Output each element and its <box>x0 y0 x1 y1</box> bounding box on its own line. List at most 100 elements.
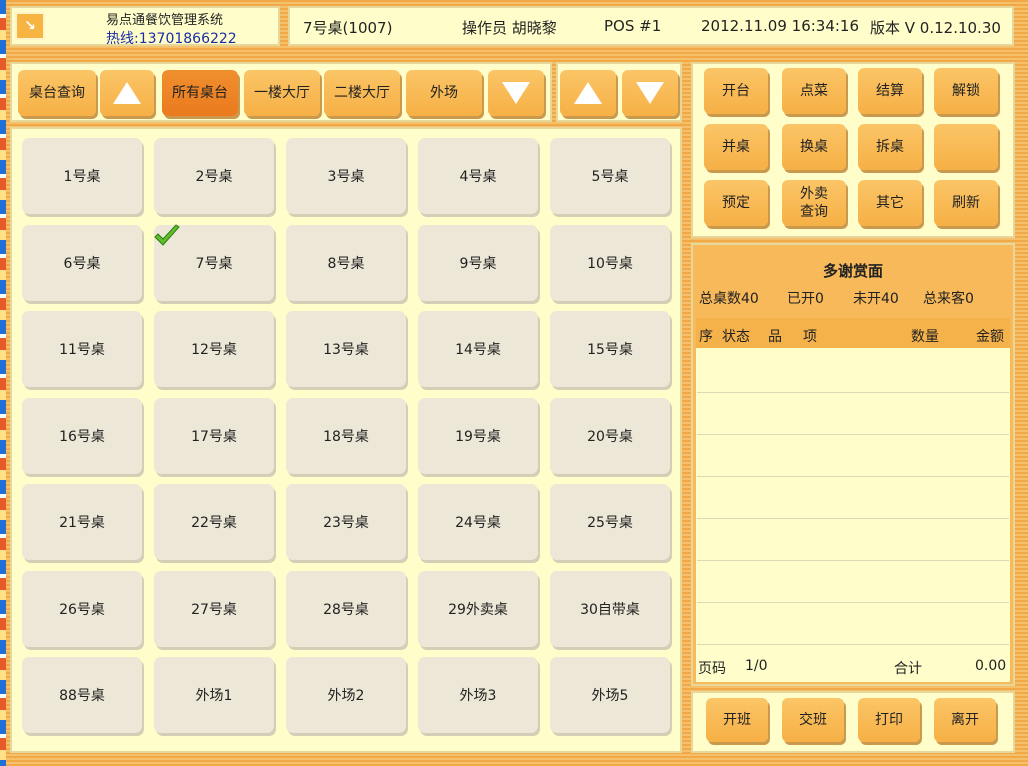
table-button[interactable]: 24号桌 <box>418 484 538 560</box>
table-button[interactable]: 1号桌 <box>22 138 142 214</box>
table-button[interactable]: 9号桌 <box>418 225 538 301</box>
table-label: 22号桌 <box>191 515 237 531</box>
area-scroll-down-button[interactable] <box>488 70 544 116</box>
print-button[interactable]: 打印 <box>858 698 920 742</box>
table-label: 5号桌 <box>591 169 629 185</box>
table-label: 3号桌 <box>327 169 365 185</box>
area-outdoor[interactable]: 外场 <box>406 70 482 116</box>
table-button[interactable]: 30自带桌 <box>550 571 670 647</box>
split-table-button[interactable]: 拆桌 <box>858 124 922 170</box>
table-button[interactable]: 外场5 <box>550 657 670 733</box>
table-label: 12号桌 <box>191 342 237 358</box>
handover-button[interactable]: 交班 <box>782 698 844 742</box>
order-title: 多谢赏面 <box>822 262 883 280</box>
table-button[interactable]: 外场2 <box>286 657 406 733</box>
stat-total: 总桌数40 <box>699 291 759 307</box>
table-label: 7号桌 <box>195 256 233 272</box>
table-button[interactable]: 18号桌 <box>286 398 406 474</box>
operator: 操作员 胡晓黎 <box>462 19 557 37</box>
reserve-button[interactable]: 预定 <box>704 180 768 226</box>
order-row-divider <box>697 392 1009 393</box>
area-all-tables[interactable]: 所有桌台 <box>162 70 238 116</box>
order-row-divider <box>697 518 1009 519</box>
table-button[interactable]: 8号桌 <box>286 225 406 301</box>
hotline: 热线:13701866222 <box>106 31 237 47</box>
order-row-divider <box>697 560 1009 561</box>
table-label: 20号桌 <box>587 429 633 445</box>
table-label: 26号桌 <box>59 602 105 618</box>
table-button[interactable]: 26号桌 <box>22 571 142 647</box>
table-button[interactable]: 14号桌 <box>418 311 538 387</box>
stat-opened: 已开0 <box>787 291 824 307</box>
arrow-down-icon <box>502 82 530 104</box>
takeout-query-button[interactable]: 外卖 查询 <box>782 180 846 226</box>
order-row-divider <box>697 434 1009 435</box>
table-button[interactable]: 10号桌 <box>550 225 670 301</box>
table-button[interactable]: 12号桌 <box>154 311 274 387</box>
table-label: 16号桌 <box>59 429 105 445</box>
table-label: 23号桌 <box>323 515 369 531</box>
unlock-button[interactable]: 解锁 <box>934 68 998 114</box>
table-label: 9号桌 <box>459 256 497 272</box>
table-label: 6号桌 <box>63 256 101 272</box>
page-down-button[interactable] <box>622 70 678 116</box>
table-label: 外场5 <box>591 688 629 704</box>
datetime: 2012.11.09 16:34:16 <box>701 17 860 35</box>
table-button[interactable]: 4号桌 <box>418 138 538 214</box>
checkout-button[interactable]: 结算 <box>858 68 922 114</box>
stat-unopened: 未开40 <box>853 291 899 307</box>
other-button[interactable]: 其它 <box>858 180 922 226</box>
area-scroll-up-button[interactable] <box>100 70 154 116</box>
table-label: 27号桌 <box>191 602 237 618</box>
change-table-button[interactable]: 换桌 <box>782 124 846 170</box>
col-seq: 序 <box>699 329 713 345</box>
table-button[interactable]: 20号桌 <box>550 398 670 474</box>
table-button[interactable]: 16号桌 <box>22 398 142 474</box>
table-button[interactable]: 2号桌 <box>154 138 274 214</box>
table-label: 21号桌 <box>59 515 105 531</box>
table-button[interactable]: 13号桌 <box>286 311 406 387</box>
table-button[interactable]: 5号桌 <box>550 138 670 214</box>
stat-guests: 总来客0 <box>923 291 974 307</box>
table-button[interactable]: 11号桌 <box>22 311 142 387</box>
table-button[interactable]: 6号桌 <box>22 225 142 301</box>
arrow-down-icon <box>636 82 664 104</box>
merge-table-button[interactable]: 并桌 <box>704 124 768 170</box>
leave-button[interactable]: 离开 <box>934 698 996 742</box>
open-table-button[interactable]: 开台 <box>704 68 768 114</box>
table-button[interactable]: 19号桌 <box>418 398 538 474</box>
page-up-button[interactable] <box>560 70 616 116</box>
takeout-label-line2: 查询 <box>800 204 828 220</box>
table-button[interactable]: 23号桌 <box>286 484 406 560</box>
table-button[interactable]: 15号桌 <box>550 311 670 387</box>
table-label: 14号桌 <box>455 342 501 358</box>
col-item-a: 品 <box>768 329 782 345</box>
table-button[interactable]: 7号桌 <box>154 224 274 301</box>
table-button[interactable]: 21号桌 <box>22 484 142 560</box>
table-button[interactable]: 22号桌 <box>154 484 274 560</box>
table-button[interactable]: 25号桌 <box>550 484 670 560</box>
table-button[interactable]: 17号桌 <box>154 398 274 474</box>
col-item-b: 项 <box>803 329 817 345</box>
table-button[interactable]: 27号桌 <box>154 571 274 647</box>
table-button[interactable]: 88号桌 <box>22 657 142 733</box>
total-label: 合计 <box>894 661 922 677</box>
table-button[interactable]: 3号桌 <box>286 138 406 214</box>
table-button[interactable]: 外场1 <box>154 657 274 733</box>
table-label: 1号桌 <box>63 169 101 185</box>
table-label: 2号桌 <box>195 169 233 185</box>
refresh-button[interactable]: 刷新 <box>934 180 998 226</box>
page-label: 页码 <box>698 661 726 677</box>
area-first-floor[interactable]: 一楼大厅 <box>244 70 320 116</box>
table-query-button[interactable]: 桌台查询 <box>18 70 96 116</box>
table-button[interactable]: 外场3 <box>418 657 538 733</box>
empty-action-button[interactable] <box>934 124 998 170</box>
order-button[interactable]: 点菜 <box>782 68 846 114</box>
table-button[interactable]: 29外卖桌 <box>418 571 538 647</box>
start-shift-button[interactable]: 开班 <box>706 698 768 742</box>
pos-number: POS #1 <box>604 17 662 35</box>
version: 版本 V 0.12.10.30 <box>870 19 1001 37</box>
table-label: 外场3 <box>459 688 497 704</box>
area-second-floor[interactable]: 二楼大厅 <box>324 70 400 116</box>
table-button[interactable]: 28号桌 <box>286 571 406 647</box>
